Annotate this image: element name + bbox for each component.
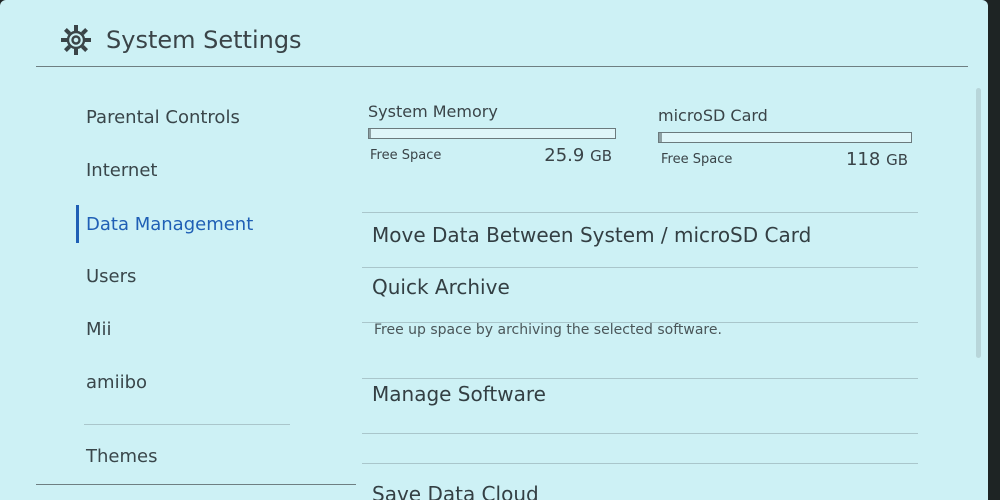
system-memory-free-value: 25.9 GB bbox=[544, 145, 612, 166]
manage-software-menu-item[interactable]: Manage Software bbox=[372, 382, 546, 406]
microsd-card-panel: microSD Card Free Space 118 GB bbox=[658, 106, 914, 176]
settings-screen: System Settings Parental Controls Intern… bbox=[0, 0, 988, 500]
menu-divider bbox=[362, 378, 918, 379]
menu-divider bbox=[362, 433, 918, 434]
microsd-card-free-label: Free Space bbox=[661, 152, 733, 167]
microsd-card-usage-bar bbox=[658, 132, 912, 143]
sidebar-item-themes[interactable]: Themes bbox=[86, 439, 157, 475]
microsd-card-free-value: 118 GB bbox=[845, 149, 908, 170]
sidebar-item-parental-controls[interactable]: Parental Controls bbox=[86, 100, 240, 136]
move-data-menu-item[interactable]: Move Data Between System / microSD Card bbox=[372, 223, 811, 247]
menu-divider bbox=[362, 212, 918, 213]
sidebar-item-internet[interactable]: Internet bbox=[86, 153, 157, 189]
menu-divider bbox=[362, 463, 918, 464]
scrollbar[interactable] bbox=[976, 88, 981, 358]
microsd-card-title: microSD Card bbox=[658, 106, 768, 125]
sidebar-item-users[interactable]: Users bbox=[86, 259, 136, 295]
system-memory-usage-bar bbox=[368, 128, 616, 139]
system-memory-panel: System Memory Free Space 25.9 GB bbox=[368, 102, 618, 172]
quick-archive-description: Free up space by archiving the selected … bbox=[374, 322, 722, 338]
menu-divider bbox=[362, 267, 918, 268]
footer-divider bbox=[36, 484, 356, 485]
quick-archive-menu-item[interactable]: Quick Archive bbox=[372, 275, 510, 299]
sidebar: Parental Controls Internet Data Manageme… bbox=[0, 0, 300, 500]
save-data-cloud-menu-item[interactable]: Save Data Cloud bbox=[372, 482, 539, 500]
sidebar-item-mii[interactable]: Mii bbox=[86, 312, 112, 348]
sidebar-divider bbox=[84, 424, 290, 425]
sidebar-selection-indicator bbox=[76, 205, 79, 243]
system-memory-free-label: Free Space bbox=[370, 148, 442, 163]
system-memory-title: System Memory bbox=[368, 102, 498, 121]
sidebar-item-amiibo[interactable]: amiibo bbox=[86, 365, 147, 401]
sidebar-item-data-management[interactable]: Data Management bbox=[86, 207, 253, 243]
